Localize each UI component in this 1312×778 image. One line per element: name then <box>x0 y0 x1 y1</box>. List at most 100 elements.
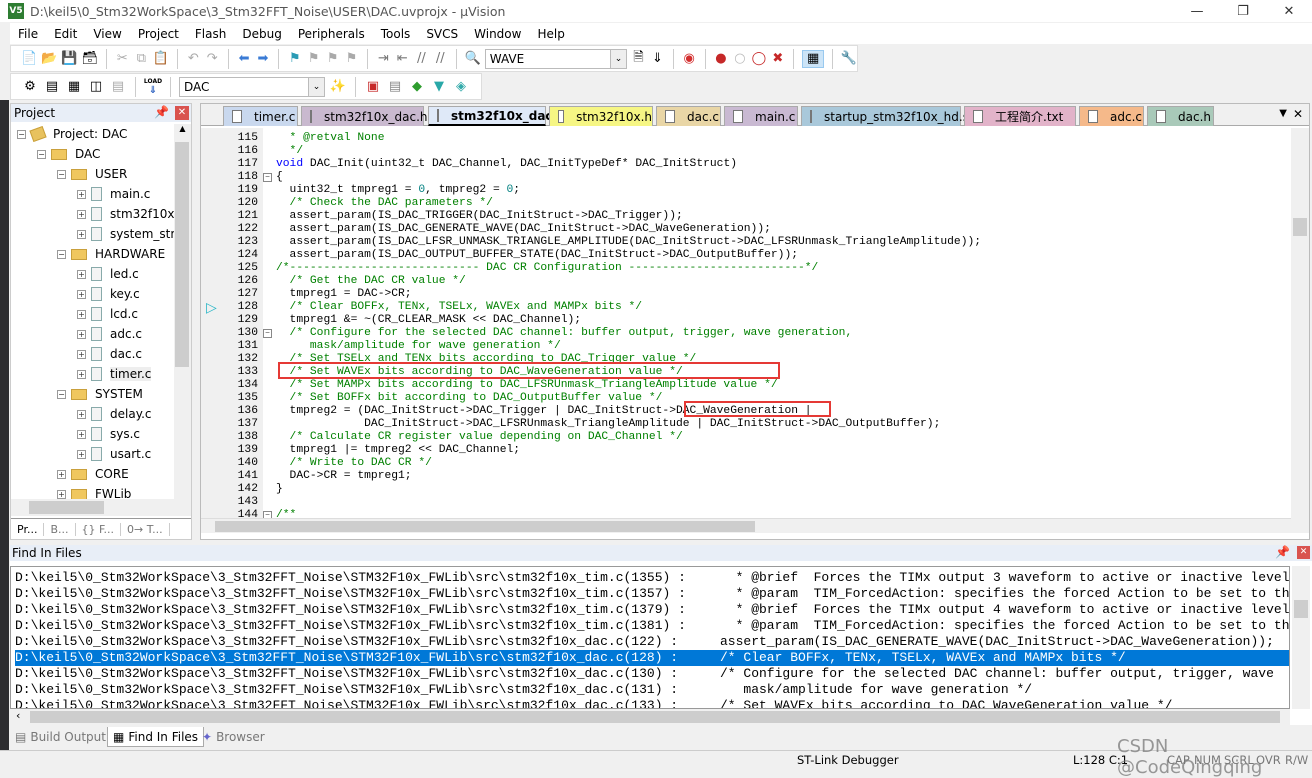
unindent-icon[interactable]: ⇤ <box>395 50 410 68</box>
tab-build-output[interactable]: ▤ Build Output <box>10 727 111 747</box>
tree-vscroll-thumb[interactable] <box>175 142 189 367</box>
find-result-row[interactable]: D:\keil5\0_Stm32WorkSpace\3_Stm32FFT_Noi… <box>15 666 1289 682</box>
menu-edit[interactable]: Edit <box>46 27 85 41</box>
paste-icon[interactable]: 📋 <box>153 50 169 68</box>
chevron-down-icon[interactable]: ⌄ <box>308 77 324 96</box>
expand-icon[interactable]: + <box>77 329 86 339</box>
tab-main-c[interactable]: main.c <box>724 106 798 126</box>
copy-icon[interactable]: ⧉ <box>134 50 149 68</box>
disable-all-breakpoints-icon[interactable]: ◯ <box>751 50 767 68</box>
project-tab-2[interactable]: {} F... <box>76 522 122 536</box>
find-vscroll-thumb[interactable] <box>1294 600 1308 618</box>
code-vscrollbar[interactable] <box>1291 128 1309 533</box>
collapse-icon[interactable]: − <box>57 249 66 259</box>
fold-toggle-icon[interactable]: − <box>263 173 272 182</box>
find-vscrollbar[interactable] <box>1292 566 1310 709</box>
tree-item[interactable]: + timer.c <box>77 364 152 384</box>
tree-item[interactable]: + CORE <box>57 464 129 484</box>
menu-svcs[interactable]: SVCS <box>418 27 466 41</box>
find-combo[interactable]: WAVE ⌄ <box>484 48 627 69</box>
manage-project-icon[interactable]: ▣ <box>364 78 382 96</box>
expand-icon[interactable]: + <box>77 349 86 359</box>
collapse-icon[interactable]: − <box>57 389 66 399</box>
tree-item[interactable]: + main.c <box>77 184 150 204</box>
disable-breakpoint-icon[interactable]: ○ <box>732 50 747 68</box>
prev-bookmark-icon[interactable]: ⚑ <box>306 50 321 68</box>
new-file-icon[interactable]: 📄 <box>21 50 37 68</box>
tree-hscrollbar[interactable] <box>11 499 191 516</box>
comment-icon[interactable]: // <box>414 50 429 68</box>
menu-project[interactable]: Project <box>130 27 187 41</box>
scroll-left-icon[interactable]: ‹ <box>16 709 20 722</box>
code-area[interactable]: 115 * @retval None 116 */117 void DAC_Init(… <box>201 128 1291 518</box>
find-result-row[interactable]: D:\keil5\0_Stm32WorkSpace\3_Stm32FFT_Noi… <box>15 698 1289 708</box>
incremental-find-icon[interactable]: ⇓ <box>650 50 665 68</box>
tree-item[interactable]: + delay.c <box>77 404 152 424</box>
find-hscroll-thumb[interactable] <box>30 711 1280 723</box>
fold-toggle-icon[interactable]: − <box>263 511 272 518</box>
tree-item[interactable]: + sys.c <box>77 424 140 444</box>
tab-list-icon[interactable]: ▼ <box>1279 108 1287 119</box>
restore-button[interactable]: ❐ <box>1220 0 1266 22</box>
configure-icon[interactable]: 🔧 <box>841 50 857 68</box>
manage-rte-icon[interactable]: ◆ <box>408 78 426 96</box>
menu-help[interactable]: Help <box>529 27 572 41</box>
menu-flash[interactable]: Flash <box>187 27 234 41</box>
find-result-row[interactable]: D:\keil5\0_Stm32WorkSpace\3_Stm32FFT_Noi… <box>15 650 1289 666</box>
bookmark-icon[interactable]: ⚑ <box>287 50 302 68</box>
select-packs-icon[interactable]: ▼ <box>430 78 448 96</box>
menu-peripherals[interactable]: Peripherals <box>290 27 373 41</box>
tree-item[interactable]: − USER <box>57 164 127 184</box>
tree-item[interactable]: + led.c <box>77 264 139 284</box>
expand-icon[interactable]: + <box>77 289 86 299</box>
project-tab-3[interactable]: 0→ T... <box>121 522 170 536</box>
tab-stm32f10x-dac-h[interactable]: stm32f10x_dac.h <box>301 106 428 126</box>
debug-session-icon[interactable]: ◉ <box>682 50 697 68</box>
expand-icon[interactable]: + <box>77 409 86 419</box>
expand-icon[interactable]: + <box>77 229 86 239</box>
find-result-row[interactable]: D:\keil5\0_Stm32WorkSpace\3_Stm32FFT_Noi… <box>15 570 1289 586</box>
fold-toggle-icon[interactable]: − <box>263 329 272 338</box>
find-icon[interactable]: 🗎 <box>631 50 646 68</box>
menu-file[interactable]: File <box>10 27 46 41</box>
tree-vscrollbar[interactable]: ▲ <box>174 124 191 499</box>
kill-breakpoints-icon[interactable]: ✖ <box>770 50 785 68</box>
pin-icon[interactable]: 📌 <box>1275 545 1290 559</box>
tab-dac-c[interactable]: dac.c <box>656 106 721 126</box>
open-icon[interactable]: 📂 <box>41 50 57 68</box>
forward-icon[interactable]: ➡ <box>256 50 271 68</box>
window-layout-icon[interactable]: ▦ <box>802 49 825 68</box>
menu-view[interactable]: View <box>85 27 129 41</box>
menu-tools[interactable]: Tools <box>373 27 419 41</box>
tree-item[interactable]: + key.c <box>77 284 140 304</box>
tree-item[interactable]: − DAC <box>37 144 100 164</box>
breakpoint-icon[interactable]: ● <box>713 50 728 68</box>
pack-installer-icon[interactable]: ◈ <box>452 78 470 96</box>
tree-item[interactable]: + dac.c <box>77 344 142 364</box>
code-hscroll-thumb[interactable] <box>215 521 755 532</box>
tree-item[interactable]: + lcd.c <box>77 304 138 324</box>
tab-startup-stm32f10x-hd-s[interactable]: startup_stm32f10x_hd.s <box>801 106 969 126</box>
project-tab-1[interactable]: B... <box>44 522 76 536</box>
expand-icon[interactable]: + <box>77 449 86 459</box>
find-result-row[interactable]: D:\keil5\0_Stm32WorkSpace\3_Stm32FFT_Noi… <box>15 634 1289 650</box>
next-bookmark-icon[interactable]: ⚑ <box>325 50 340 68</box>
collapse-icon[interactable]: − <box>37 149 46 159</box>
project-tab-0[interactable]: Pr... <box>11 522 45 536</box>
tree-item[interactable]: + adc.c <box>77 324 142 344</box>
chevron-down-icon[interactable]: ⌄ <box>609 49 626 68</box>
uncomment-icon[interactable]: // <box>433 50 448 68</box>
tree-item[interactable]: − Project: DAC <box>17 124 127 144</box>
target-combo[interactable]: DAC ⌄ <box>179 76 325 97</box>
find-result-row[interactable]: D:\keil5\0_Stm32WorkSpace\3_Stm32FFT_Noi… <box>15 618 1289 634</box>
target-options-icon[interactable]: ✨ <box>329 78 347 96</box>
close-panel-icon[interactable]: ✕ <box>1297 546 1310 559</box>
scroll-up-icon[interactable]: ▲ <box>174 124 191 133</box>
tree-item[interactable]: + stm32f10x_it.c <box>77 204 175 224</box>
find-in-files-icon[interactable]: 🔍 <box>465 50 481 68</box>
expand-icon[interactable]: + <box>57 469 66 479</box>
save-icon[interactable]: 💾 <box>61 50 77 68</box>
cut-icon[interactable]: ✂ <box>115 50 130 68</box>
close-tab-icon[interactable]: ✕ <box>1293 107 1303 121</box>
tree-item[interactable]: + usart.c <box>77 444 151 464</box>
